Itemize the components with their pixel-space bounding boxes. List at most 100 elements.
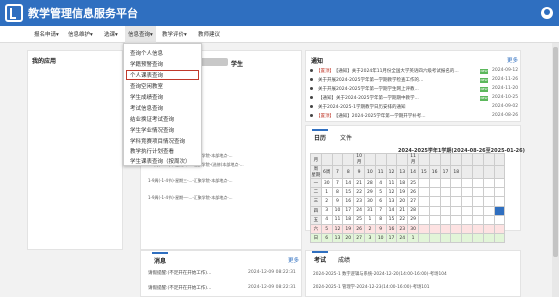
calendar-day: 25 (407, 177, 419, 189)
calendar-day (439, 196, 452, 207)
course-item[interactable]: 1-9周(-1-4节)-星期一-...-汇聚学院-本部地点-... (148, 195, 232, 201)
tab-calendar[interactable]: 日历 (311, 129, 329, 142)
message-item[interactable]: 请假提醒:(不足开在开始工作)... (148, 285, 211, 291)
calendar-day (428, 196, 441, 207)
notice-date: 2024-11-26 (492, 77, 519, 82)
calendar-day (482, 187, 495, 198)
calendar-day: 27 (353, 233, 365, 244)
week-num: 14 (407, 165, 419, 179)
nav-course-selection[interactable]: 选课▾ (104, 30, 118, 38)
tab-files[interactable]: 文件 (340, 133, 352, 142)
notice-item[interactable]: 关于2024-2025-1学期教学日历安排的通知 (310, 104, 520, 112)
calendar-header (450, 153, 463, 166)
calendar-day: 19 (342, 223, 355, 235)
calendar-day: 29 (363, 187, 376, 198)
calendar-day: 16 (385, 223, 398, 235)
menu-item-grades[interactable]: 学生成绩查询 (130, 93, 163, 101)
calendar-day (461, 187, 473, 198)
week-num (471, 165, 484, 179)
menu-item-personal-timetable[interactable]: 个人课表查询 (130, 71, 163, 79)
message-item[interactable]: 请假提醒:(不足开在开始工作)... (148, 270, 211, 276)
page-scrollbar[interactable] (552, 43, 559, 297)
calendar-day: 17 (342, 205, 355, 216)
calendar-day: 26 (353, 223, 365, 235)
calendar-header (428, 153, 441, 166)
calendar-header (320, 153, 333, 166)
week-num: 18 (450, 165, 463, 179)
calendar-header (342, 153, 355, 166)
menu-item-teaching-plan[interactable]: 教学执行计划查看 (130, 147, 174, 155)
menu-item-status-warning[interactable]: 学籍预警查询 (130, 60, 163, 68)
notice-item[interactable]: 【通知】关于2024-2025学年第一学期期中教学... (310, 95, 520, 103)
calendar-header: 月 (310, 153, 322, 166)
calendar-day: 21 (396, 205, 409, 216)
calendar-day: 19 (396, 187, 409, 198)
calendar-day (493, 223, 506, 235)
calendar-day (428, 177, 441, 189)
calendar-day (493, 177, 506, 189)
week-num: 6周 (320, 165, 333, 179)
menu-item-personal-info[interactable]: 查询个人信息 (130, 49, 163, 57)
my-apps-panel: 我的应用 (27, 50, 123, 250)
calendar-day: 30 (320, 177, 333, 189)
message-more-link[interactable]: 更多 (288, 256, 299, 264)
week-num (461, 165, 473, 179)
calendar-day (428, 233, 441, 244)
top-header: 教学管理信息服务平台 (0, 0, 559, 26)
tab-grades[interactable]: 成绩 (338, 255, 350, 264)
calendar-day: 5 (374, 187, 387, 198)
user-avatar-icon[interactable] (541, 7, 553, 19)
course-item[interactable]: 1-9周(-1-4节)-星期三-...-汇聚学院-本部地点-... (148, 178, 232, 184)
tab-exams[interactable]: 考试 (311, 251, 329, 264)
calendar-day: 29 (407, 214, 419, 225)
exam-item[interactable]: 2024-2025-1 管理学-2024-12-23(14:00-16:00)-… (313, 284, 430, 290)
week-num: 16 (428, 165, 441, 179)
notice-item[interactable]: 关于开展2024-2025学年第一学期学生网上评教... (310, 86, 520, 94)
exam-item[interactable]: 2024-2025-1 数字逻辑与系统-2024-12-20(14:00-16:… (313, 271, 447, 277)
menu-item-free-classroom[interactable]: 查询空闲教室 (130, 82, 163, 90)
calendar-header (482, 153, 495, 166)
menu-item-weekly-timetable[interactable]: 学生课表查询（按周次） (130, 157, 191, 165)
calendar-day: 22 (396, 214, 409, 225)
menu-item-competition[interactable]: 学科竞赛项目情况查询 (130, 137, 185, 145)
nav-info-query[interactable]: 信息查询▾ (125, 26, 156, 43)
menu-item-academic-status[interactable]: 学生学业情况查询 (130, 126, 174, 134)
calendar-day: 17 (385, 233, 398, 244)
notice-item[interactable]: 关于开展2024-2025学年第一学期教学检查工作的... (310, 77, 520, 85)
calendar-day: 13 (385, 196, 398, 207)
message-title: 消息 (151, 252, 169, 265)
calendar-day: 1 (320, 187, 333, 198)
notice-more-link[interactable]: 更多 (507, 56, 518, 64)
calendar-day (471, 214, 484, 225)
calendar-header (363, 153, 376, 166)
menu-item-completion-exam[interactable]: 结业换证考试查询 (130, 115, 174, 123)
nav-registration[interactable]: 报名申请▾ (34, 30, 59, 38)
calendar-day (428, 187, 441, 198)
calendar-day: 8 (331, 187, 344, 198)
calendar-header (331, 153, 344, 166)
calendar-day: 26 (407, 187, 419, 198)
notice-item[interactable]: 【置顶】 【通知】关于2024年11月份全国大学英语四六级考试报名的... (310, 68, 520, 76)
weekday-label: 二 (310, 187, 322, 198)
nav-teaching-evaluation[interactable]: 教学评价▾ (162, 30, 187, 38)
calendar-day: 10 (374, 233, 387, 244)
calendar-day (417, 187, 430, 198)
nav-teacher-suggestion[interactable]: 教师建议 (198, 30, 220, 38)
weekday-label: 日 (310, 233, 322, 244)
calendar-day (461, 214, 473, 225)
calendar-day (482, 233, 495, 244)
calendar-day (450, 233, 463, 244)
calendar-day (428, 205, 441, 216)
week-num (482, 165, 495, 179)
calendar-day: 8 (374, 214, 387, 225)
calendar-day (450, 223, 463, 235)
nav-info-maintenance[interactable]: 信息维护▾ (68, 30, 93, 38)
calendar-day (471, 187, 484, 198)
calendar-day: 25 (353, 214, 365, 225)
notice-item[interactable]: 【置顶】 【通知】2024-2025学年第一学期开学补考... (310, 113, 520, 121)
menu-item-exam-info[interactable]: 考试信息查询 (130, 104, 163, 112)
calendar-day (450, 196, 463, 207)
notice-date: 2024-08-26 (492, 113, 519, 118)
notice-date: 2024-09-02 (492, 104, 519, 109)
app-title: 教学管理信息服务平台 (28, 7, 138, 20)
